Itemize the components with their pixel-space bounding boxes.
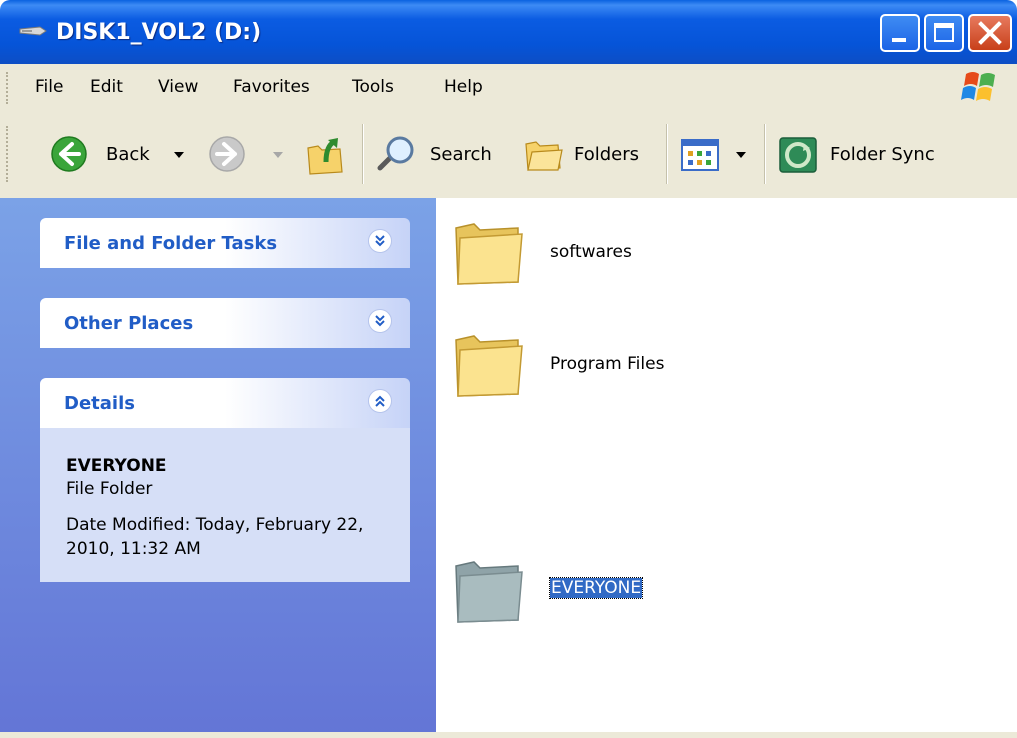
title-bar[interactable]: DISK1_VOL2 (D:): [0, 0, 1017, 64]
file-item-label: softwares: [550, 242, 632, 262]
window-bottom-border: [0, 732, 1017, 738]
toolbar-separator: [666, 124, 668, 184]
folder-sync-label: Folder Sync: [830, 144, 935, 165]
details-date-modified: Date Modified: Today, February 22, 2010,…: [66, 515, 364, 559]
views-button[interactable]: [680, 130, 756, 178]
minimize-button[interactable]: [880, 14, 920, 52]
views-dropdown-icon[interactable]: [736, 152, 746, 158]
file-item-label: EVERYONE: [548, 577, 644, 599]
maximize-icon: [934, 23, 954, 42]
folder-icon: [455, 223, 523, 285]
details-header[interactable]: Details: [40, 378, 410, 428]
file-folder-tasks-title: File and Folder Tasks: [64, 233, 278, 254]
folders-button[interactable]: Folders: [522, 130, 652, 178]
other-places-title: Other Places: [64, 313, 194, 334]
menu-bar: File Edit View Favorites Tools Help: [0, 64, 1017, 113]
other-places-header[interactable]: Other Places: [40, 298, 410, 348]
toolbar-separator: [764, 124, 766, 184]
windows-logo-icon: [961, 72, 995, 101]
forward-arrow-icon: [209, 136, 245, 172]
toolbar: Back Search Folders Folder Sync: [0, 112, 1017, 199]
back-dropdown-icon[interactable]: [174, 152, 184, 158]
details-panel: EVERYONE File Folder Date Modified: Toda…: [40, 428, 410, 582]
menu-favorites[interactable]: Favorites: [233, 77, 310, 97]
search-button[interactable]: Search: [372, 130, 502, 178]
file-item[interactable]: Program Files: [452, 324, 692, 410]
back-button[interactable]: Back: [50, 130, 190, 178]
window-title: DISK1_VOL2 (D:): [56, 20, 262, 45]
file-item[interactable]: softwares: [452, 212, 682, 298]
search-label: Search: [430, 144, 492, 165]
folder-icon: [455, 335, 523, 397]
drive-icon: [19, 26, 47, 36]
menu-file[interactable]: File: [35, 77, 63, 97]
menu-grip[interactable]: [6, 72, 12, 104]
maximize-button[interactable]: [924, 14, 964, 52]
folder-sync-button[interactable]: Folder Sync: [776, 130, 956, 178]
toolbar-separator: [362, 124, 364, 184]
folders-label: Folders: [574, 144, 640, 165]
close-icon: [978, 21, 1002, 45]
forward-dropdown-icon[interactable]: [273, 152, 283, 158]
explorer-window: DISK1_VOL2 (D:) File Edit View Favorites…: [0, 0, 1017, 738]
search-icon: [377, 136, 414, 171]
details-item-name: EVERYONE: [66, 456, 167, 476]
minimize-icon: [892, 38, 906, 42]
collapse-chevron-icon[interactable]: [368, 389, 392, 413]
file-item-selected[interactable]: EVERYONE: [452, 550, 672, 636]
folder-sync-icon: [779, 137, 817, 173]
details-title: Details: [64, 393, 135, 414]
views-icon: [681, 139, 719, 171]
up-folder-icon[interactable]: [304, 132, 348, 178]
expand-chevron-icon[interactable]: [368, 309, 392, 333]
back-label: Back: [106, 144, 150, 165]
folders-icon: [525, 141, 563, 171]
menu-tools[interactable]: Tools: [352, 77, 394, 97]
details-item-type: File Folder: [66, 479, 153, 499]
toolbar-grip[interactable]: [6, 126, 12, 182]
menu-edit[interactable]: Edit: [90, 77, 123, 97]
forward-button[interactable]: [208, 130, 288, 178]
close-button[interactable]: [968, 14, 1012, 52]
expand-chevron-icon[interactable]: [368, 229, 392, 253]
folder-icon: [455, 561, 523, 623]
menu-view[interactable]: View: [158, 77, 198, 97]
menu-help[interactable]: Help: [444, 77, 483, 97]
file-item-label: Program Files: [550, 354, 665, 374]
file-folder-tasks-header[interactable]: File and Folder Tasks: [40, 218, 410, 268]
back-arrow-icon: [51, 136, 87, 172]
